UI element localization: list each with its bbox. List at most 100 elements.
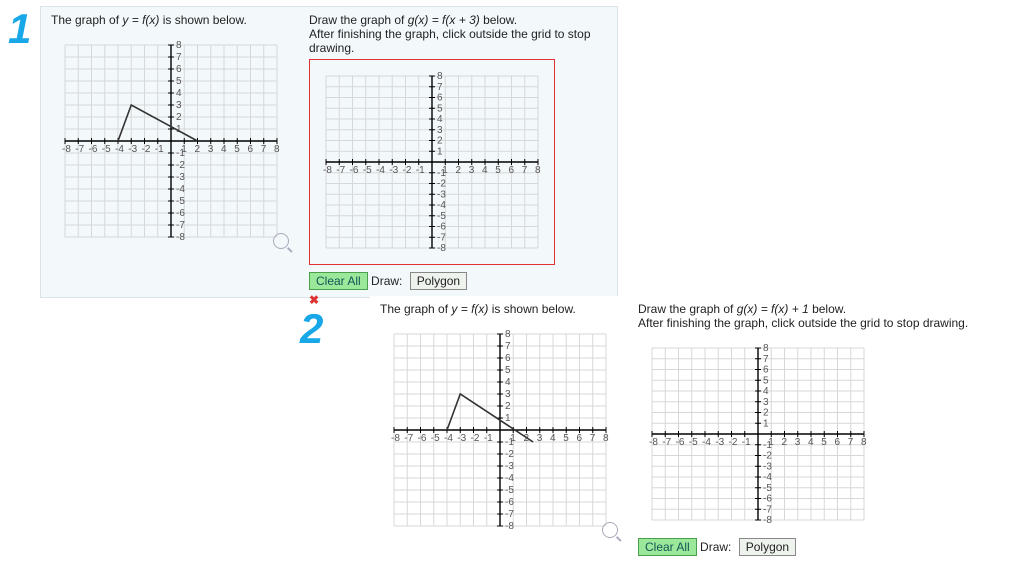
svg-text:6: 6: [763, 365, 769, 376]
magnify-icon[interactable]: [602, 522, 618, 538]
svg-text:-6: -6: [437, 222, 446, 233]
svg-text:-5: -5: [102, 144, 111, 155]
svg-text:8: 8: [603, 433, 609, 444]
svg-text:-2: -2: [403, 165, 412, 176]
svg-text:5: 5: [505, 365, 511, 376]
svg-text:6: 6: [509, 165, 515, 176]
svg-text:-4: -4: [115, 144, 124, 155]
draw-tool-select[interactable]: Polygon: [410, 272, 467, 290]
svg-text:-1: -1: [155, 144, 164, 155]
svg-text:-5: -5: [431, 433, 440, 444]
problem-2-panel: The graph of y = f(x) is shown below. -8…: [370, 296, 1024, 566]
svg-text:-6: -6: [350, 165, 359, 176]
svg-text:-1: -1: [484, 433, 493, 444]
svg-text:-4: -4: [444, 433, 453, 444]
svg-text:3: 3: [537, 433, 543, 444]
svg-text:4: 4: [482, 165, 488, 176]
svg-text:-8: -8: [649, 437, 658, 448]
svg-text:5: 5: [176, 76, 182, 87]
svg-text:-4: -4: [437, 200, 446, 211]
svg-text:-1: -1: [742, 437, 751, 448]
svg-text:-3: -3: [176, 172, 185, 183]
svg-text:3: 3: [763, 397, 769, 408]
svg-text:7: 7: [176, 52, 182, 63]
svg-text:-2: -2: [471, 433, 480, 444]
hint-text: After finishing the graph, click outside…: [638, 316, 968, 330]
svg-text:-8: -8: [176, 232, 185, 243]
svg-text:-5: -5: [363, 165, 372, 176]
clear-all-button[interactable]: Clear All: [309, 272, 368, 290]
p1-draw-area[interactable]: -8-7-6-5-4-3-2-112345678-8-7-6-5-4-3-2-1…: [309, 59, 555, 265]
svg-text:-4: -4: [505, 473, 514, 484]
svg-text:4: 4: [437, 114, 443, 125]
text: Draw the graph of: [309, 13, 408, 27]
svg-text:3: 3: [505, 389, 511, 400]
svg-text:1: 1: [763, 418, 769, 429]
text: is shown below.: [488, 302, 575, 316]
magnify-icon[interactable]: [273, 233, 289, 249]
svg-text:4: 4: [176, 88, 182, 99]
svg-text:4: 4: [550, 433, 556, 444]
svg-text:-7: -7: [662, 437, 671, 448]
svg-text:-1: -1: [763, 440, 772, 451]
svg-text:4: 4: [808, 437, 814, 448]
svg-text:1: 1: [505, 413, 511, 424]
svg-text:-7: -7: [437, 232, 446, 243]
text: Draw the graph of: [638, 302, 737, 316]
svg-text:4: 4: [763, 386, 769, 397]
svg-text:5: 5: [563, 433, 569, 444]
svg-text:-6: -6: [418, 433, 427, 444]
p1-left-prompt: The graph of y = f(x) is shown below.: [51, 13, 291, 27]
svg-text:-7: -7: [75, 144, 84, 155]
svg-text:8: 8: [535, 165, 541, 176]
text: below.: [809, 302, 846, 316]
draw-tool-select[interactable]: Polygon: [739, 538, 796, 556]
p2-right-prompt: Draw the graph of g(x) = f(x) + 1 below.…: [638, 302, 968, 330]
svg-text:-1: -1: [416, 165, 425, 176]
svg-text:8: 8: [176, 40, 182, 51]
svg-text:6: 6: [248, 144, 254, 155]
p2-toolbar: Clear All Draw: Polygon: [638, 538, 968, 556]
svg-text:-8: -8: [437, 243, 446, 254]
svg-text:6: 6: [505, 353, 511, 364]
svg-text:8: 8: [274, 144, 280, 155]
svg-text:7: 7: [261, 144, 267, 155]
p1-given-graph: -8-7-6-5-4-3-2-112345678-8-7-6-5-4-3-2-1…: [51, 31, 291, 251]
problem-number-1: 1: [8, 8, 31, 50]
text: is shown below.: [159, 13, 246, 27]
svg-text:2: 2: [195, 144, 201, 155]
svg-text:2: 2: [763, 408, 769, 419]
svg-text:-8: -8: [763, 515, 772, 526]
svg-text:-2: -2: [176, 160, 185, 171]
svg-text:7: 7: [848, 437, 854, 448]
svg-text:-2: -2: [763, 451, 772, 462]
svg-text:-6: -6: [676, 437, 685, 448]
svg-text:8: 8: [505, 329, 511, 340]
p2-draw-area[interactable]: -8-7-6-5-4-3-2-112345678-8-7-6-5-4-3-2-1…: [638, 334, 968, 534]
svg-text:6: 6: [835, 437, 841, 448]
svg-text:-6: -6: [505, 497, 514, 508]
svg-text:-2: -2: [437, 179, 446, 190]
svg-text:-5: -5: [176, 196, 185, 207]
svg-text:-2: -2: [505, 449, 514, 460]
p1-right-prompt: Draw the graph of g(x) = f(x + 3) below.…: [309, 13, 607, 55]
problem-1-panel: The graph of y = f(x) is shown below. -8…: [40, 6, 618, 298]
svg-text:8: 8: [763, 343, 769, 354]
equation: g(x) = f(x + 3): [408, 13, 480, 27]
svg-text:-3: -3: [128, 144, 137, 155]
svg-text:-3: -3: [437, 189, 446, 200]
text: The graph of: [380, 302, 451, 316]
svg-text:-7: -7: [505, 509, 514, 520]
svg-text:5: 5: [495, 165, 501, 176]
draw-label: Draw:: [371, 274, 402, 288]
svg-text:-7: -7: [336, 165, 345, 176]
svg-text:-1: -1: [437, 168, 446, 179]
clear-all-button[interactable]: Clear All: [638, 538, 697, 556]
svg-text:-6: -6: [763, 494, 772, 505]
svg-text:7: 7: [763, 354, 769, 365]
svg-text:5: 5: [821, 437, 827, 448]
svg-text:2: 2: [456, 165, 462, 176]
svg-text:8: 8: [861, 437, 867, 448]
svg-text:-5: -5: [689, 437, 698, 448]
svg-text:2: 2: [437, 136, 443, 147]
